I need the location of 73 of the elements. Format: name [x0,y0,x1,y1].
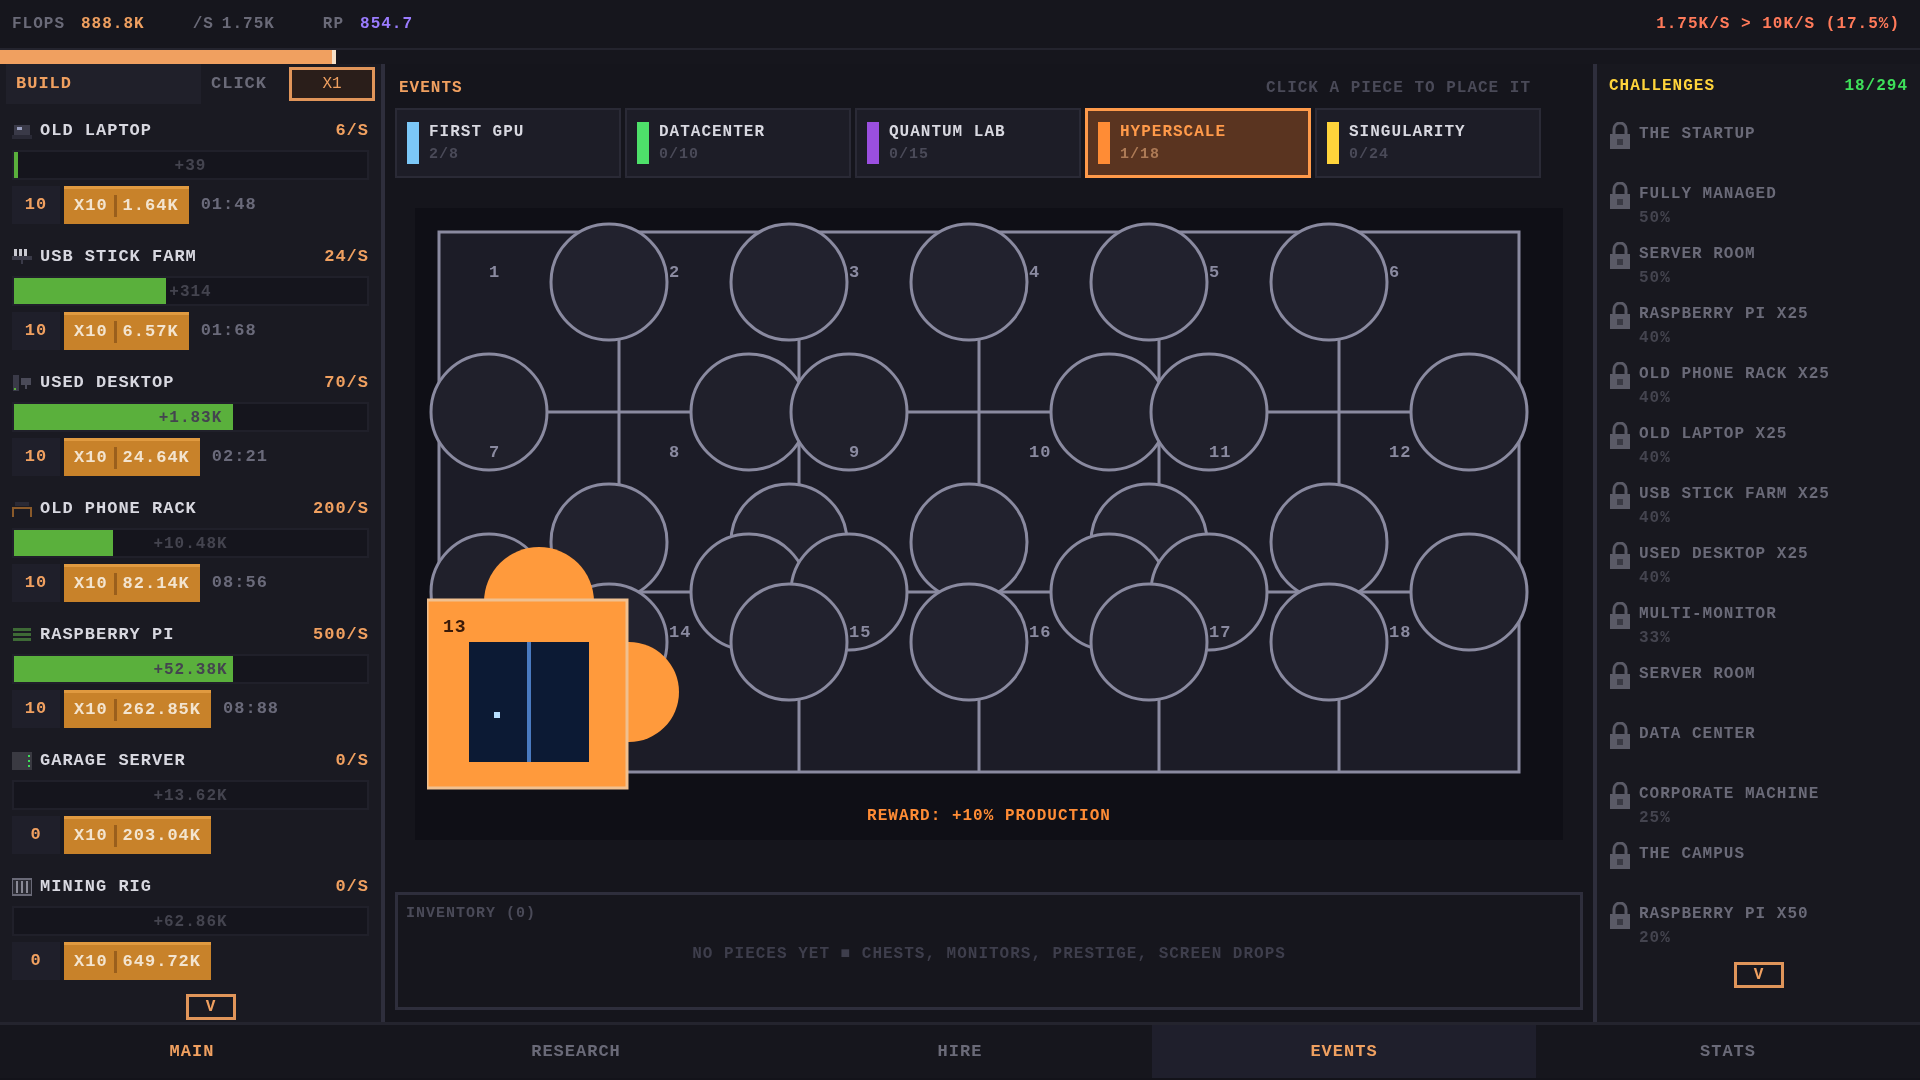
slot-number: 7 [489,443,501,462]
inventory-title: INVENTORY (0) [406,904,538,924]
building-name: GARAGE SERVER [40,750,186,772]
building-name: OLD LAPTOP [40,120,153,142]
timer: 08:88 [223,697,280,720]
stat-value: 1.75K [221,14,275,35]
section-title: CHALLENGES [1609,76,1715,97]
slot-number: 6 [1389,263,1401,282]
owned-count: 10 [12,311,60,350]
slot-number: 4 [1029,263,1041,282]
slot-number: 2 [669,263,681,282]
building-name: OLD PHONE RACK [40,498,197,520]
production-rate: 200/S [313,498,369,520]
challenge-name: CORPORATE MACHINE [1639,784,1820,805]
challenge-name: FULLY MANAGED [1639,184,1777,205]
timer: 02:21 [211,445,268,468]
stat-label: RP [322,14,345,35]
production-rate: 500/S [313,624,369,646]
production-rate: 0/S [335,876,369,898]
slot-number: 16 [1029,623,1052,642]
timer: 01:48 [200,193,257,216]
challenge-name: OLD PHONE RACK X25 [1639,364,1830,385]
owned-count: 0 [12,815,60,854]
goal-text: 1.75K/S > 10K/S (17.5%) [1656,14,1900,35]
slot-number: 3 [849,263,861,282]
gain-label: +1.83K [157,407,224,429]
slot-number: 8 [669,443,681,462]
slot-number: 14 [669,623,692,642]
building-name: RASPBERRY PI [40,624,175,646]
stat-label: /S [192,14,214,35]
owned-count: 10 [12,185,60,224]
challenge-name: RASPBERRY PI X25 [1639,304,1809,325]
stat-value: 854.7 [360,14,414,35]
slot-number: 15 [849,623,872,642]
slot-number: 13 [443,617,467,637]
hint-text: CLICK A PIECE TO PLACE IT [1265,78,1531,99]
challenge-name: THE CAMPUS [1639,844,1745,865]
building-name: USED DESKTOP [40,372,175,394]
challenge-name: SERVER ROOM [1639,244,1756,265]
slot-number: 18 [1389,623,1412,642]
slot-number: 9 [849,443,861,462]
slot-number: 17 [1209,623,1232,642]
slot-number: 11 [1209,443,1232,462]
owned-count: 10 [12,689,60,728]
challenge-name: THE STARTUP [1639,124,1756,145]
challenge-name: RASPBERRY PI X50 [1639,904,1809,925]
gain-label: +52.38K [152,659,229,681]
production-rate: 6/S [335,120,369,142]
slot-number: 12 [1389,443,1412,462]
timer: 08:56 [211,571,268,594]
stat-label: FLOPS [12,14,65,35]
challenge-name: USED DESKTOP X25 [1639,544,1809,565]
stat-value: 888.8K [81,14,145,35]
challenge-name: USB STICK FARM X25 [1639,484,1830,505]
slot-number: 5 [1209,263,1221,282]
reward-text: REWARD: +10% PRODUCTION [867,806,1111,827]
challenge-count: 18/294 [1844,76,1908,97]
slot-number: 1 [489,263,501,282]
timer: 01:68 [200,319,257,342]
challenge-name: DATA CENTER [1639,724,1756,745]
section-title: EVENTS [399,78,463,99]
production-rate: 0/S [335,750,369,772]
challenge-name: SERVER ROOM [1639,664,1756,685]
owned-count: 0 [12,941,60,980]
challenge-name: OLD LAPTOP X25 [1639,424,1788,445]
challenge-name: MULTI-MONITOR [1639,604,1777,625]
building-name: USB STICK FARM [40,246,197,268]
slot-number: 10 [1029,443,1052,462]
owned-count: 10 [12,437,60,476]
building-name: MINING RIG [40,876,153,898]
production-rate: 24/S [324,246,369,268]
production-rate: 70/S [324,372,369,394]
owned-count: 10 [12,563,60,602]
